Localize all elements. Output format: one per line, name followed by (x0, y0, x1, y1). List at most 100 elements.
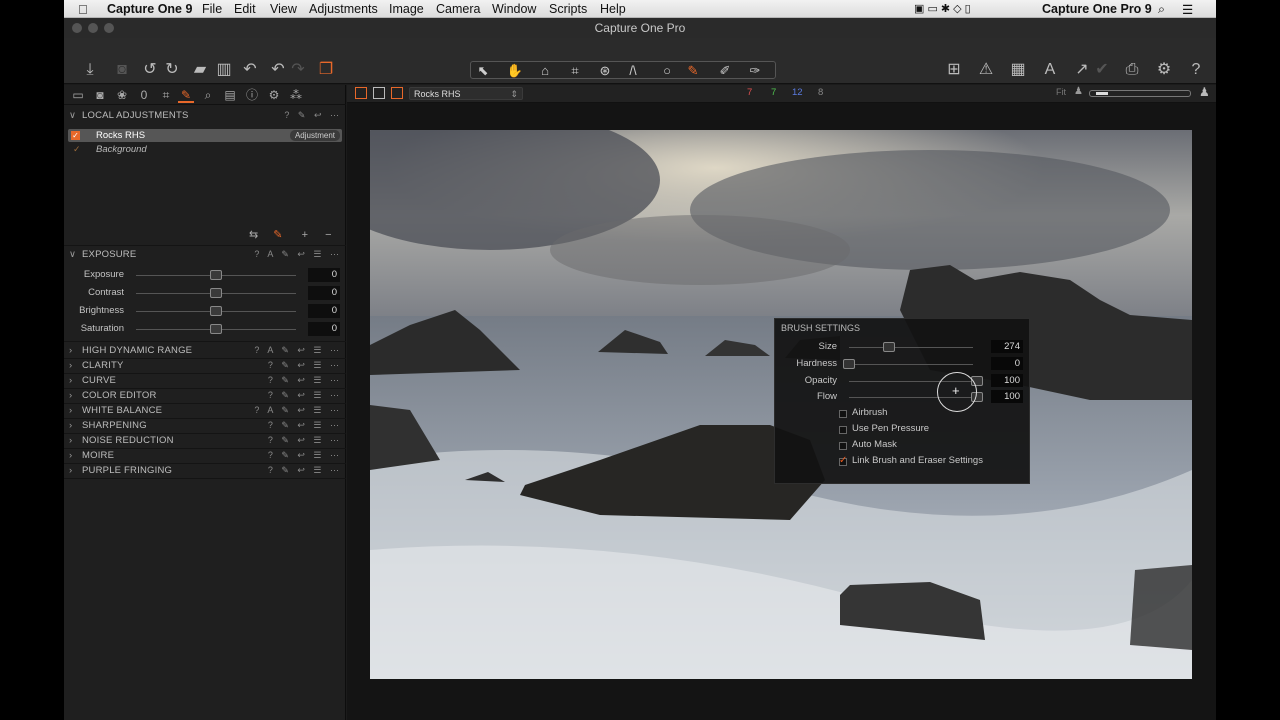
picker-tool-icon[interactable]: ✑ (745, 62, 765, 80)
tab-capture-icon[interactable]: ◙ (92, 87, 108, 103)
loupe-tool-icon[interactable]: ⌂ (535, 62, 555, 80)
spotlight-icon[interactable]: ⌕ (1158, 2, 1165, 17)
menu-window[interactable]: Window (492, 2, 536, 16)
tab-output-icon[interactable]: ⚙ (266, 87, 282, 103)
menu-help[interactable]: Help (600, 2, 626, 16)
local-adjustments-header[interactable]: ∨ LOCAL ADJUSTMENTS ? ✎ ↩ ⋯ (64, 108, 346, 123)
compare-icon[interactable]: ⊞ (944, 58, 964, 82)
import-icon[interactable]: ⤓ (80, 58, 100, 82)
tab-local-adjustments-icon[interactable]: ✎ (178, 87, 194, 103)
fit-label[interactable]: Fit (1056, 87, 1066, 97)
exposure-value[interactable]: 0 (308, 268, 340, 282)
rotate-left-icon[interactable]: ↺ (140, 58, 160, 82)
section-hdr-color-editor[interactable]: › COLOR EDITOR? ✎ ↩ ☰ ⋯ (64, 388, 346, 403)
use-pen-pressure-checkbox[interactable]: Use Pen Pressure (839, 423, 1039, 437)
new-layer-brush-icon[interactable]: ✎ (273, 229, 282, 241)
tab-library-icon[interactable]: ▭ (70, 87, 86, 103)
brush-size-value[interactable]: 274 (991, 340, 1023, 353)
single-view-icon[interactable] (373, 87, 385, 99)
section-hdr-noise-reduction[interactable]: › NOISE REDUCTION? ✎ ↩ ☰ ⋯ (64, 433, 346, 448)
zoom-slider-knob[interactable] (1096, 92, 1108, 95)
trash-icon[interactable]: ▥ (214, 58, 234, 82)
brush-flow-value[interactable]: 100 (991, 390, 1023, 403)
app-menu[interactable]: Capture One 9 (107, 2, 192, 16)
section-controls[interactable]: ? A ✎ ↩ ☰ ⋯ (254, 343, 342, 358)
link-brush-eraser-checkbox[interactable]: ✓ Link Brush and Eraser Settings (839, 455, 1039, 469)
multi-view-icon[interactable] (391, 87, 403, 99)
close-dot-icon[interactable] (72, 23, 82, 33)
text-overlay-icon[interactable]: A (1040, 58, 1060, 82)
print-icon[interactable]: ⎙ (1122, 58, 1142, 82)
help-icon[interactable]: ? (1186, 58, 1206, 82)
swap-icon[interactable]: ⇆ (249, 229, 258, 241)
grid-view-icon[interactable] (355, 87, 367, 99)
settings-gear-icon[interactable]: ⚙ (1154, 58, 1174, 82)
section-controls[interactable]: ? ✎ ↩ ☰ ⋯ (268, 388, 342, 403)
notification-list-icon[interactable]: ☰ (1182, 2, 1193, 17)
brush-hardness-slider[interactable] (849, 364, 973, 365)
undo-icon[interactable]: ↶ (268, 58, 288, 82)
brush-opacity-value[interactable]: 100 (991, 374, 1023, 387)
gradient-tool-icon[interactable]: ✐ (715, 62, 735, 80)
brush-size-slider[interactable] (849, 347, 973, 348)
grid-icon[interactable]: ▦ (1008, 58, 1028, 82)
redo-icon[interactable]: ↷ (288, 58, 308, 82)
pan-tool-icon[interactable]: ✋ (505, 62, 525, 80)
section-controls[interactable]: ? A ✎ ↩ ☰ ⋯ (254, 247, 342, 262)
variants-icon[interactable]: ❐ (316, 58, 336, 82)
layer-check-icon[interactable]: ✓ (73, 143, 81, 156)
menu-scripts[interactable]: Scripts (549, 2, 587, 16)
menu-adjustments[interactable]: Adjustments (309, 2, 378, 16)
contrast-slider-knob[interactable] (210, 288, 222, 298)
saturation-slider-knob[interactable] (210, 324, 222, 334)
layer-row-selected[interactable]: ✓ Rocks RHS Adjustment (68, 129, 342, 142)
keystone-tool-icon[interactable]: /\ (623, 62, 643, 80)
reset-icon[interactable]: ↶ (240, 58, 260, 82)
section-controls[interactable]: ? ✎ ↩ ☰ ⋯ (268, 463, 342, 478)
menu-edit[interactable]: Edit (234, 2, 256, 16)
exposure-slider-knob[interactable] (210, 270, 222, 280)
apple-menu-icon[interactable]:  (78, 2, 88, 17)
section-controls[interactable]: ? ✎ ↩ ☰ ⋯ (268, 433, 342, 448)
tab-metadata-icon[interactable]: ▤ (222, 87, 238, 103)
tab-composition-icon[interactable]: ⌗ (158, 87, 174, 103)
section-hdr-high-dynamic-range[interactable]: › HIGH DYNAMIC RANGE? A ✎ ↩ ☰ ⋯ (64, 343, 346, 358)
section-hdr-sharpening[interactable]: › SHARPENING? ✎ ↩ ☰ ⋯ (64, 418, 346, 433)
layer-row[interactable]: ✓ Background (68, 143, 342, 156)
section-hdr-white-balance[interactable]: › WHITE BALANCE? A ✎ ↩ ☰ ⋯ (64, 403, 346, 418)
crop-tool-icon[interactable]: ⌗ (565, 62, 585, 80)
layer-check-icon[interactable]: ✓ (71, 131, 80, 140)
minimize-dot-icon[interactable] (88, 23, 98, 33)
section-hdr-curve[interactable]: › CURVE? ✎ ↩ ☰ ⋯ (64, 373, 346, 388)
tab-details-icon[interactable]: ⌕ (200, 87, 216, 103)
exposure-header[interactable]: ∨ EXPOSURE ? A ✎ ↩ ☰ ⋯ (64, 247, 346, 262)
section-controls[interactable]: ? ✎ ↩ ☰ ⋯ (268, 418, 342, 433)
move-icon[interactable]: ▰ (190, 58, 210, 82)
brush-size-knob[interactable] (883, 342, 895, 352)
brightness-slider-knob[interactable] (210, 306, 222, 316)
section-controls[interactable]: ? ✎ ↩ ⋯ (284, 108, 342, 123)
zoom-slider[interactable] (1089, 90, 1191, 97)
section-hdr-purple-fringing[interactable]: › PURPLE FRINGING? ✎ ↩ ☰ ⋯ (64, 463, 346, 478)
exposure-warning-icon[interactable]: ⚠ (976, 58, 996, 82)
tab-batch-icon[interactable]: ⁂ (288, 87, 304, 103)
brush-tool-icon[interactable]: ✎ (683, 62, 703, 80)
menu-camera[interactable]: Camera (436, 2, 480, 16)
tab-info-icon[interactable]: ⓘ (244, 87, 260, 103)
menu-file[interactable]: File (202, 2, 222, 16)
saturation-value[interactable]: 0 (308, 322, 340, 336)
copy-adjustments-icon[interactable]: ↗ (1072, 58, 1092, 82)
tab-color-icon[interactable]: ❀ (114, 87, 130, 103)
add-layer-icon[interactable]: + (302, 229, 308, 241)
camera-icon[interactable]: ◙ (112, 58, 132, 82)
zoom-out-person-icon[interactable]: ♟ (1074, 86, 1083, 97)
section-hdr-clarity[interactable]: › CLARITY? ✎ ↩ ☰ ⋯ (64, 358, 346, 373)
section-controls[interactable]: ? ✎ ↩ ☰ ⋯ (268, 448, 342, 463)
select-tool-icon[interactable]: ⬉ (473, 62, 493, 80)
auto-mask-checkbox[interactable]: Auto Mask (839, 439, 1039, 453)
zoom-dot-icon[interactable] (104, 23, 114, 33)
menu-image[interactable]: Image (389, 2, 424, 16)
layer-select[interactable]: Rocks RHS ⇕ (409, 87, 523, 100)
menu-view[interactable]: View (270, 2, 297, 16)
section-hdr-moire[interactable]: › MOIRE? ✎ ↩ ☰ ⋯ (64, 448, 346, 463)
